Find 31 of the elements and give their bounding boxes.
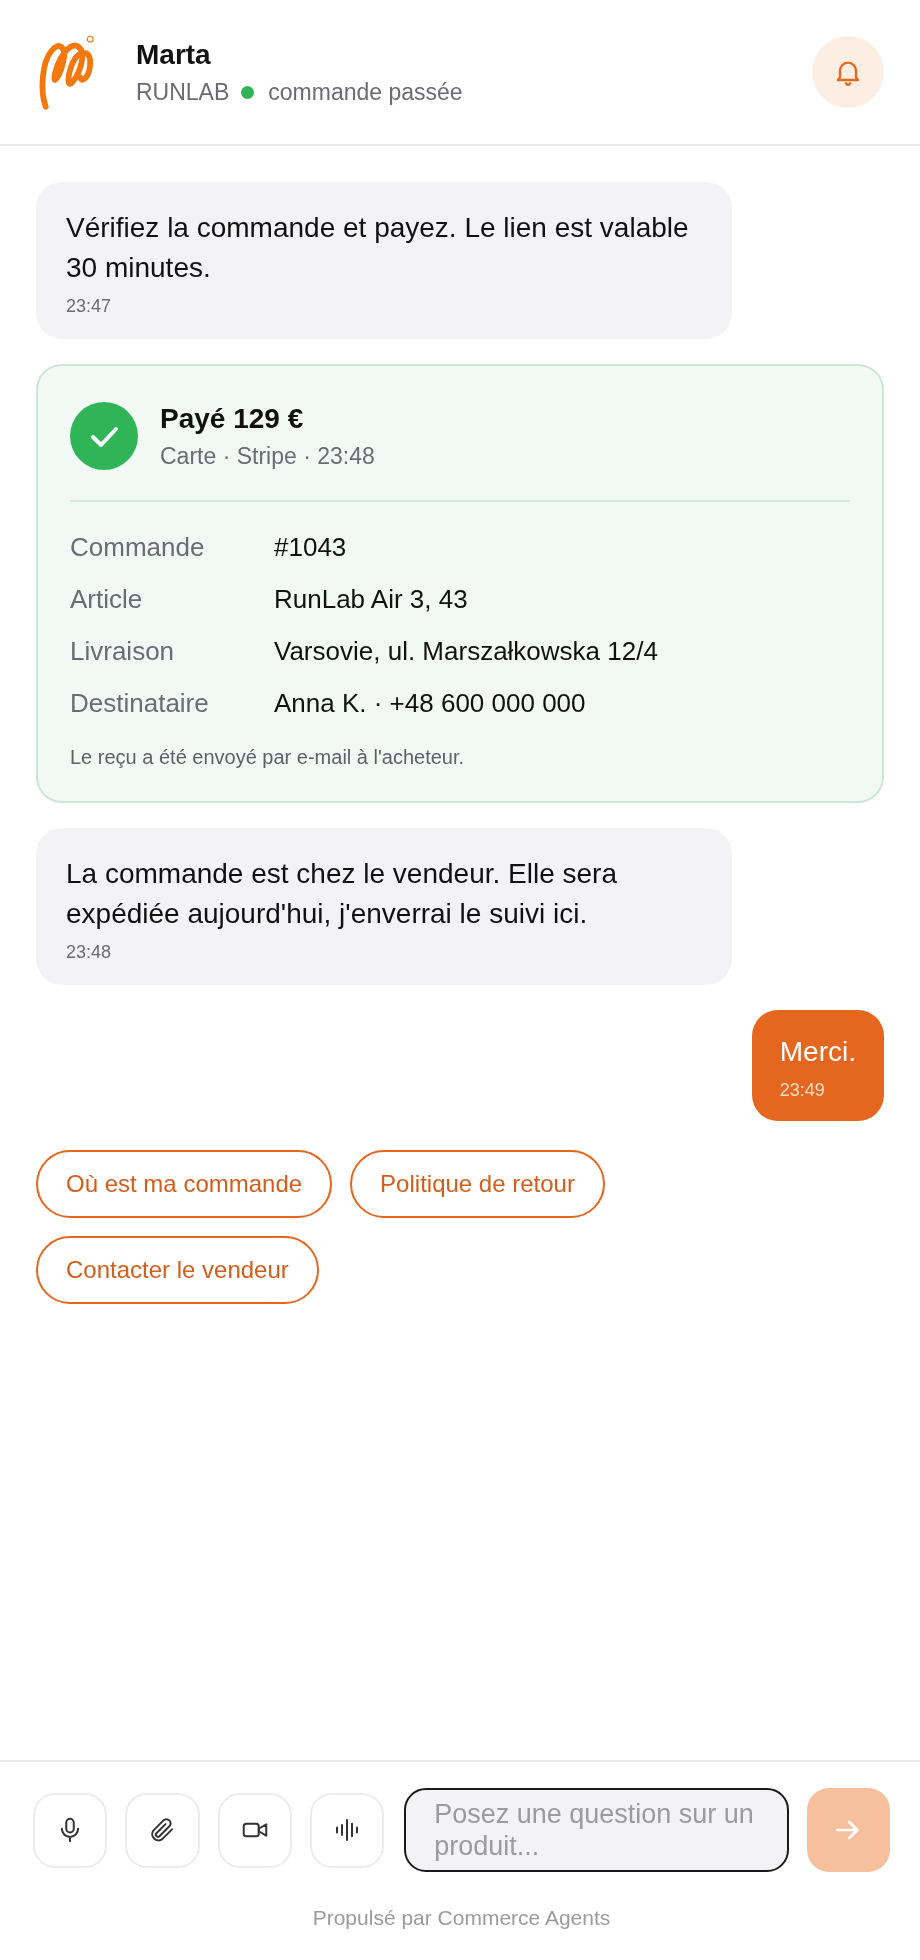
video-button[interactable] — [217, 1792, 292, 1868]
agent-name: Marta — [136, 38, 212, 71]
voice-button[interactable] — [309, 1792, 385, 1868]
status-dot — [241, 85, 255, 99]
message-time: 23:48 — [66, 942, 113, 963]
message-input[interactable]: Posez une question sur un produit... — [404, 1788, 789, 1872]
field-label: Commande — [70, 532, 206, 562]
quick-reply-button[interactable]: Politique de retour — [350, 1150, 605, 1218]
field-label: Destinataire — [70, 688, 210, 718]
field-value: #1043 — [274, 532, 348, 562]
status-text: commande passée — [268, 78, 463, 106]
payment-details: Carte · Stripe · 23:48 — [160, 442, 375, 470]
check-icon — [70, 402, 138, 470]
message-time: 23:47 — [66, 296, 113, 317]
field-label: Livraison — [70, 636, 176, 666]
powered-by-text: Propulsé par Commerce Agents — [311, 1906, 612, 1930]
quick-reply-button[interactable]: Où est ma commande — [36, 1150, 333, 1218]
payment-title: Payé 129 € — [160, 402, 305, 435]
microphone-button[interactable] — [33, 1792, 108, 1868]
field-value: Varsovie, ul. Marszałkowska 12/4 — [274, 636, 659, 666]
field-value: RunLab Air 3, 43 — [274, 584, 469, 614]
attach-button[interactable] — [125, 1792, 200, 1868]
receipt-note: Le reçu a été envoyé par e-mail à l'acheteur. — [70, 746, 466, 769]
message-time: 23:49 — [779, 1080, 826, 1101]
message-text: Merci. — [779, 1035, 856, 1069]
message-text: La commande est chez le vendeur. Elle sera expédiée aujourd'hui, j'enverrai le suivi ici. — [66, 857, 618, 931]
quick-reply-button[interactable]: Contacter le vendeur — [36, 1236, 319, 1304]
brand-name: RUNLAB — [136, 78, 230, 106]
field-label: Article — [70, 584, 144, 614]
field-value: Anna K. · +48 600 000 000 — [274, 688, 587, 718]
message-text: Vérifiez la commande et payez. Le lien est valable 30 minutes. — [66, 211, 690, 285]
